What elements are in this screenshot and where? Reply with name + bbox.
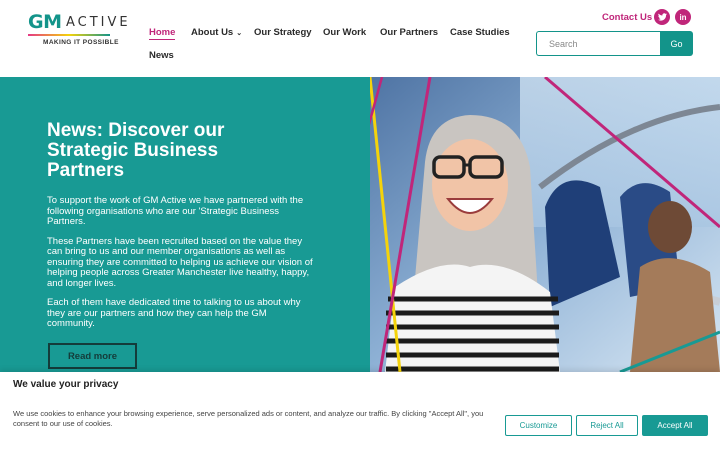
accept-all-button[interactable]: Accept All [642,415,708,436]
hero-section: News: Discover our Strategic Business Pa… [0,77,720,372]
search-input[interactable] [536,31,660,56]
cookie-description: We use cookies to enhance your browsing … [13,409,484,428]
hero-title: News: Discover our Strategic Business Pa… [47,120,225,181]
cookie-title: We value your privacy [13,379,119,390]
read-more-button[interactable]: Read more [48,343,137,369]
hero-paragraph-1: To support the work of GM Active we have… [47,195,304,227]
gm-active-logo[interactable]: GM ACTIVE MAKING IT POSSIBLE [28,11,128,51]
contact-us-link[interactable]: Contact Us [602,12,652,23]
hero-photo-woman-on-bus [370,77,720,372]
nav-about-us[interactable]: About Us ⌄ [191,27,242,38]
hero-paragraph-3: Each of them have dedicated time to talk… [47,297,301,329]
hero-text-block: News: Discover our Strategic Business Pa… [47,121,317,339]
reject-all-button[interactable]: Reject All [576,415,638,436]
nav-about-us-label: About Us [191,27,234,38]
nav-our-strategy[interactable]: Our Strategy [254,27,312,38]
site-header: GM ACTIVE MAKING IT POSSIBLE Home About … [0,0,720,77]
chevron-down-icon: ⌄ [236,30,243,37]
hero-paragraph-2: These Partners have been recruited based… [47,235,313,289]
search-go-button[interactable]: Go [660,31,693,56]
nav-case-studies[interactable]: Case Studies [450,27,510,38]
linkedin-icon[interactable]: in [675,9,691,25]
customize-button[interactable]: Customize [505,415,572,436]
logo-tagline: MAKING IT POSSIBLE [43,39,119,46]
nav-our-partners[interactable]: Our Partners [380,27,438,38]
nav-home[interactable]: Home [149,27,176,40]
logo-active-text: ACTIVE [66,15,131,30]
twitter-icon[interactable] [654,9,670,25]
nav-our-work[interactable]: Our Work [323,27,366,38]
logo-colour-bar [28,34,110,36]
logo-gm-text: GM [28,11,62,33]
cookie-consent-banner: We value your privacy We use cookies to … [0,372,720,450]
nav-news[interactable]: News [149,50,174,61]
